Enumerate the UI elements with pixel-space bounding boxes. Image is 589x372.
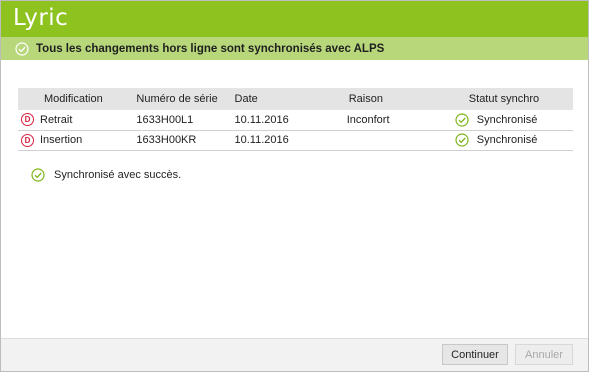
footer-bar: Continuer Annuler — [1, 338, 588, 371]
reason-cell: Inconfort — [346, 113, 390, 126]
success-text: Synchronisé avec succès. — [54, 169, 182, 181]
changes-table: Modification Numéro de série Date Raison… — [18, 88, 573, 151]
lyric-logo: Lyric — [13, 5, 69, 31]
header-serial[interactable]: Numéro de série — [127, 88, 229, 110]
header-date[interactable]: Date — [230, 88, 322, 110]
reason-cell — [322, 130, 441, 150]
status-cell: Synchronisé — [476, 113, 538, 126]
header-reason[interactable]: Raison — [322, 88, 441, 110]
date-cell: 10.11.2016 — [234, 134, 289, 146]
check-circle-icon — [15, 41, 29, 56]
table-row[interactable]: D Insertion 1633H00KR 10.11.2016 Synchro… — [18, 130, 573, 150]
delete-badge-icon: D — [21, 113, 34, 127]
success-message: Synchronisé avec succès. — [31, 168, 181, 182]
delete-badge-icon: D — [21, 133, 34, 147]
table-header-row: Modification Numéro de série Date Raison… — [18, 88, 573, 110]
sync-banner: Tous les changements hors ligne sont syn… — [1, 37, 588, 60]
dialog-window: Lyric Tous les changements hors ligne so… — [0, 0, 589, 372]
banner-message: Tous les changements hors ligne sont syn… — [36, 42, 385, 55]
header-sync-status[interactable]: Statut synchro — [441, 88, 573, 110]
check-circle-icon — [455, 133, 469, 147]
check-circle-icon — [31, 168, 45, 182]
date-cell: 10.11.2016 — [234, 113, 289, 126]
title-bar: Lyric — [1, 1, 588, 37]
continue-button[interactable]: Continuer — [442, 344, 508, 365]
table-row[interactable]: D Retrait 1633H00L1 10.11.2016 Inconfort — [18, 110, 573, 130]
serial-cell: 1633H00L1 — [136, 113, 194, 126]
modification-cell: Retrait — [40, 113, 73, 126]
check-circle-icon — [455, 113, 469, 127]
cancel-button[interactable]: Annuler — [515, 344, 573, 365]
header-modification[interactable]: Modification — [18, 88, 127, 110]
status-cell: Synchronisé — [476, 134, 538, 146]
modification-cell: Insertion — [40, 134, 83, 146]
serial-cell: 1633H00KR — [136, 134, 197, 146]
